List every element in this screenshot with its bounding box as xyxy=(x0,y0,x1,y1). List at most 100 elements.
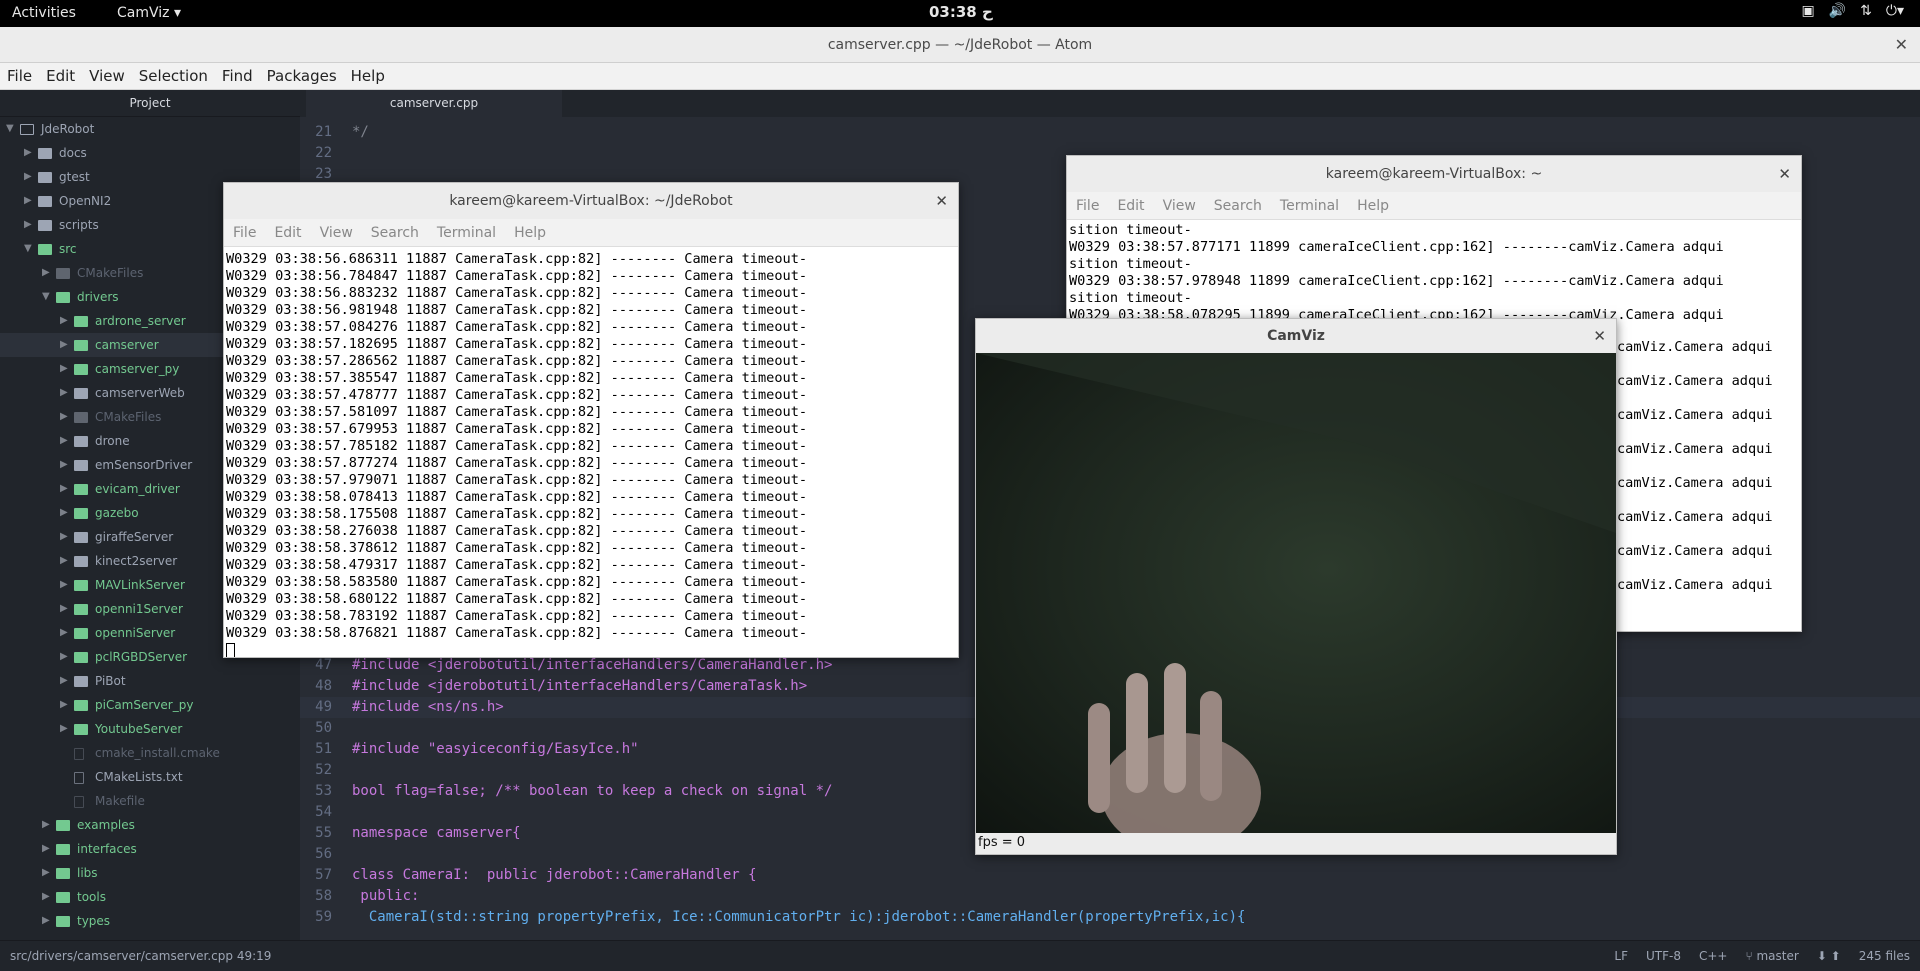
menu-terminal[interactable]: Terminal xyxy=(1271,192,1348,219)
chevron-right-icon[interactable]: ▶ xyxy=(60,597,68,621)
close-icon[interactable]: ✕ xyxy=(935,183,948,219)
status-item[interactable]: C++ xyxy=(1699,949,1728,963)
chevron-right-icon[interactable]: ▶ xyxy=(60,357,68,381)
folder-icon xyxy=(74,580,88,591)
camviz-title-bar[interactable]: CamViz ✕ xyxy=(976,319,1616,353)
close-icon[interactable]: ✕ xyxy=(1895,27,1908,63)
chevron-right-icon[interactable]: ▶ xyxy=(60,405,68,429)
folder-icon xyxy=(74,628,88,639)
terminal-title-bar[interactable]: kareem@kareem-VirtualBox: ~ ✕ xyxy=(1067,156,1801,192)
code-line[interactable]: 59 CameraI(std::string propertyPrefix, I… xyxy=(300,907,1920,928)
menu-file[interactable]: File xyxy=(0,63,39,89)
tree-item[interactable]: CMakeLists.txt xyxy=(0,765,300,789)
chevron-right-icon[interactable]: ▶ xyxy=(42,909,50,933)
menu-selection[interactable]: Selection xyxy=(132,63,215,89)
camviz-window[interactable]: CamViz ✕ fps = 0 xyxy=(975,318,1617,855)
menu-help[interactable]: Help xyxy=(1348,192,1398,219)
chevron-right-icon[interactable]: ▶ xyxy=(60,717,68,741)
chevron-right-icon[interactable]: ▶ xyxy=(24,141,32,165)
menu-view[interactable]: View xyxy=(82,63,132,89)
tree-item[interactable]: ▶ libs xyxy=(0,861,300,885)
chevron-right-icon[interactable]: ▶ xyxy=(60,309,68,333)
folder-icon xyxy=(38,220,52,231)
tree-item[interactable]: ▶ YoutubeServer xyxy=(0,717,300,741)
status-item[interactable]: ⑂ master xyxy=(1745,949,1798,963)
menu-search[interactable]: Search xyxy=(362,219,428,246)
tree-item[interactable]: ▶ tools xyxy=(0,885,300,909)
chevron-right-icon[interactable]: ▶ xyxy=(42,861,50,885)
chevron-right-icon[interactable]: ▶ xyxy=(60,645,68,669)
tree-item[interactable]: ▶ examples xyxy=(0,813,300,837)
chevron-right-icon[interactable]: ▶ xyxy=(42,885,50,909)
menu-file[interactable]: File xyxy=(1067,192,1108,219)
code-line[interactable]: 58 public: xyxy=(300,886,1920,907)
status-item[interactable]: 245 files xyxy=(1859,949,1910,963)
tree-item[interactable]: ▶ interfaces xyxy=(0,837,300,861)
clock[interactable]: 03:38 ح xyxy=(929,3,993,21)
tree-item[interactable]: ▶ piCamServer_py xyxy=(0,693,300,717)
tree-item[interactable]: ▼ JdeRobot xyxy=(0,117,300,141)
menu-help[interactable]: Help xyxy=(505,219,555,246)
chevron-right-icon[interactable]: ▶ xyxy=(60,525,68,549)
status-right-items: LF UTF-8 C++ ⑂ master ⬇ ⬆ 245 files xyxy=(1614,949,1910,963)
terminal-line: W0329 03:38:57.385547 11887 CameraTask.c… xyxy=(226,370,808,386)
chevron-right-icon[interactable]: ▶ xyxy=(42,813,50,837)
chevron-right-icon[interactable]: ▶ xyxy=(60,669,68,693)
terminal-window-jderobot[interactable]: kareem@kareem-VirtualBox: ~/JdeRobot ✕ F… xyxy=(223,182,959,658)
chevron-right-icon[interactable]: ▶ xyxy=(60,621,68,645)
menu-file[interactable]: File xyxy=(224,219,265,246)
terminal-output[interactable]: W0329 03:38:56.686311 11887 CameraTask.c… xyxy=(224,247,958,657)
menu-search[interactable]: Search xyxy=(1205,192,1271,219)
code-line[interactable]: 57 class CameraI: public jderobot::Camera… xyxy=(300,865,1920,886)
project-panel-header[interactable]: Project xyxy=(0,90,300,117)
menu-view[interactable]: View xyxy=(311,219,362,246)
menu-packages[interactable]: Packages xyxy=(260,63,344,89)
close-icon[interactable]: ✕ xyxy=(1778,156,1791,192)
menu-view[interactable]: View xyxy=(1154,192,1205,219)
chevron-right-icon[interactable]: ▶ xyxy=(60,693,68,717)
app-menu[interactable]: CamViz ▾ xyxy=(117,5,181,21)
tree-item-label: giraffeServer xyxy=(95,530,174,544)
chevron-right-icon[interactable]: ▶ xyxy=(60,333,68,357)
chevron-right-icon[interactable]: ▶ xyxy=(60,573,68,597)
tree-item[interactable]: cmake_install.cmake xyxy=(0,741,300,765)
tree-item-label: drone xyxy=(95,434,130,448)
status-file-path[interactable]: src/drivers/camserver/camserver.cpp 49:1… xyxy=(10,949,271,963)
chevron-right-icon[interactable]: ▶ xyxy=(42,837,50,861)
tree-item[interactable]: Makefile xyxy=(0,789,300,813)
menu-terminal[interactable]: Terminal xyxy=(428,219,505,246)
chevron-right-icon[interactable]: ▶ xyxy=(42,261,50,285)
chevron-right-icon[interactable]: ▶ xyxy=(24,165,32,189)
tree-item[interactable]: ▶ PiBot xyxy=(0,669,300,693)
system-tray[interactable]: ▣ 🔊 ⇅ ⏻▾ xyxy=(1801,3,1904,19)
close-icon[interactable]: ✕ xyxy=(1593,319,1606,353)
activities-button[interactable]: Activities xyxy=(12,5,76,21)
menu-edit[interactable]: Edit xyxy=(265,219,310,246)
tab-camserver-cpp[interactable]: camserver.cpp xyxy=(306,90,562,117)
line-number: 48 xyxy=(315,678,332,694)
chevron-down-icon[interactable]: ▼ xyxy=(42,285,50,309)
tree-item[interactable]: ▶ docs xyxy=(0,141,300,165)
chevron-down-icon[interactable]: ▼ xyxy=(6,117,14,141)
folder-icon xyxy=(74,340,88,351)
chevron-right-icon[interactable]: ▶ xyxy=(60,453,68,477)
status-item[interactable]: LF xyxy=(1614,949,1628,963)
tree-item[interactable]: ▶ types xyxy=(0,909,300,933)
tree-item-label: MAVLinkServer xyxy=(95,578,185,592)
chevron-right-icon[interactable]: ▶ xyxy=(60,429,68,453)
chevron-right-icon[interactable]: ▶ xyxy=(24,189,32,213)
chevron-right-icon[interactable]: ▶ xyxy=(60,381,68,405)
code-line[interactable]: 21 */ xyxy=(300,122,1920,143)
chevron-right-icon[interactable]: ▶ xyxy=(60,477,68,501)
menu-edit[interactable]: Edit xyxy=(1108,192,1153,219)
menu-edit[interactable]: Edit xyxy=(39,63,82,89)
terminal-title-bar[interactable]: kareem@kareem-VirtualBox: ~/JdeRobot ✕ xyxy=(224,183,958,219)
status-item[interactable]: ⬇ ⬆ xyxy=(1817,949,1841,963)
menu-find[interactable]: Find xyxy=(215,63,260,89)
chevron-right-icon[interactable]: ▶ xyxy=(24,213,32,237)
status-item[interactable]: UTF-8 xyxy=(1646,949,1681,963)
chevron-right-icon[interactable]: ▶ xyxy=(60,501,68,525)
chevron-right-icon[interactable]: ▶ xyxy=(60,549,68,573)
chevron-down-icon[interactable]: ▼ xyxy=(24,237,32,261)
menu-help[interactable]: Help xyxy=(344,63,392,89)
